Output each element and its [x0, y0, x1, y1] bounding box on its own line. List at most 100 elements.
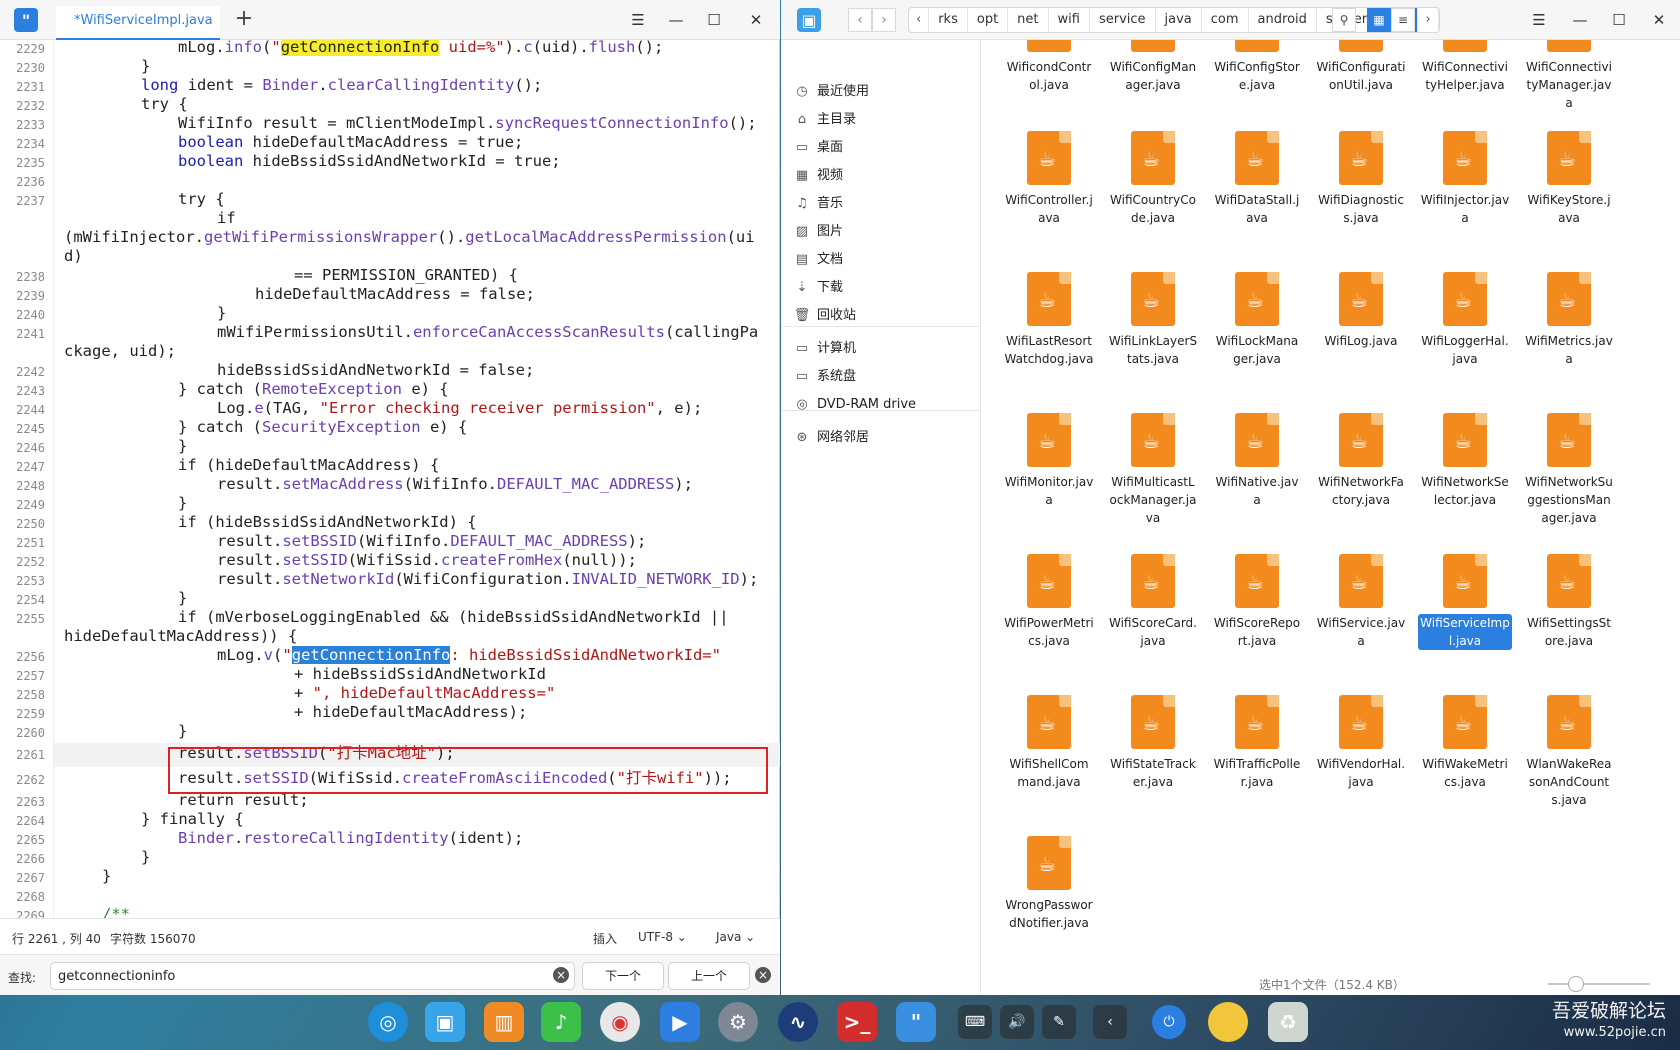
file-item[interactable]: ☕ WifiShellCommand.java	[1002, 695, 1096, 791]
new-tab-button[interactable]: +	[230, 6, 258, 34]
sidebar-item[interactable]: ⇣ 下载	[781, 273, 981, 303]
text-editor-dock-icon[interactable]: "	[896, 1002, 936, 1042]
sidebar-item[interactable]: ⌂ 主目录	[781, 105, 981, 135]
file-item[interactable]: ☕ WifiMulticastLockManager.java	[1106, 413, 1200, 527]
breadcrumb-scroll-button[interactable]: ›	[1418, 8, 1439, 32]
file-item[interactable]: ☕ WifiConnectivityHelper.java	[1418, 40, 1512, 94]
file-item[interactable]: ☕ WifiNative.java	[1210, 413, 1304, 509]
settings-icon[interactable]: ⚙	[718, 1002, 758, 1042]
tray-collapse-icon[interactable]: ‹	[1093, 1005, 1127, 1039]
file-item[interactable]: ☕ WifiNetworkSuggestionsManager.java	[1522, 413, 1616, 527]
file-item[interactable]: ☕ WifiCountryCode.java	[1106, 131, 1200, 227]
file-item[interactable]: ☕ WifiLockManager.java	[1210, 272, 1304, 368]
sidebar-item[interactable]: ▭ 系统盘	[781, 362, 981, 392]
file-item[interactable]: ☕ WifiConfigManager.java	[1106, 40, 1200, 94]
pen-icon[interactable]: ✎	[1042, 1005, 1076, 1039]
file-item[interactable]: ☕ WifiScoreCard.java	[1106, 554, 1200, 650]
find-next-button[interactable]: 下一个	[582, 962, 664, 990]
menu-icon[interactable]: ☰	[1527, 8, 1551, 32]
clock-icon[interactable]	[1208, 1002, 1248, 1042]
breadcrumb-item[interactable]: opt	[968, 8, 1009, 32]
file-item[interactable]: ☕ WifiMonitor.java	[1002, 413, 1096, 509]
file-item[interactable]: ☕ WifiConfigurationUtil.java	[1314, 40, 1408, 94]
file-item[interactable]: ☕ WifiService.java	[1314, 554, 1408, 650]
music-icon[interactable]: ♪	[541, 1002, 581, 1042]
search-icon[interactable]: ⚲	[1332, 8, 1356, 32]
find-input[interactable]	[50, 962, 575, 990]
breadcrumb-item[interactable]: service	[1090, 8, 1156, 32]
breadcrumb-item[interactable]: net	[1008, 8, 1049, 32]
zoom-slider[interactable]	[1548, 983, 1650, 985]
breadcrumb-item[interactable]: com	[1202, 8, 1249, 32]
breadcrumb-item[interactable]: wifi	[1049, 8, 1090, 32]
sidebar-item[interactable]: ♫ 音乐	[781, 189, 981, 219]
power-icon[interactable]: ⏻	[1152, 1005, 1186, 1039]
video-icon[interactable]: ▶	[660, 1002, 700, 1042]
file-item[interactable]: ☕ WifiController.java	[1002, 131, 1096, 227]
trash-icon[interactable]: ♻	[1268, 1002, 1308, 1042]
icon-view-icon[interactable]: ▦	[1367, 8, 1391, 32]
file-item[interactable]: ☕ WrongPasswordNotifier.java	[1002, 836, 1096, 932]
file-item[interactable]: ☕ WifiScoreReport.java	[1210, 554, 1304, 650]
system-monitor-icon[interactable]: ∿	[778, 1002, 818, 1042]
zoom-slider-thumb[interactable]	[1568, 976, 1584, 992]
tab-wifiserviceimpl[interactable]: *WifiServiceImpl.java	[56, 6, 220, 40]
encoding-select[interactable]: UTF-8 ⌄	[638, 930, 687, 944]
sidebar-item[interactable]: ◷ 最近使用	[781, 77, 981, 107]
launcher-icon[interactable]: ◎	[368, 1002, 408, 1042]
file-item[interactable]: ☕ WifiInjector.java	[1418, 131, 1512, 227]
close-find-icon[interactable]: ×	[755, 967, 771, 983]
app-store-icon[interactable]: ▥	[484, 1002, 524, 1042]
maximize-icon[interactable]: ☐	[702, 8, 726, 32]
sidebar-item[interactable]: ▦ 视频	[781, 161, 981, 191]
terminal-icon[interactable]: >_	[837, 1002, 877, 1042]
file-item[interactable]: ☕ WifiTrafficPoller.java	[1210, 695, 1304, 791]
breadcrumb-item[interactable]: android	[1249, 8, 1317, 32]
file-item[interactable]: ☕ WificondControl.java	[1002, 40, 1096, 94]
code-editor[interactable]: 2229 2230 2231 2232 2233 2234 2235 2236 2237 2238…	[0, 40, 780, 918]
close-icon[interactable]: ✕	[1647, 8, 1671, 32]
file-item[interactable]: ☕ WifiVendorHal.java	[1314, 695, 1408, 791]
file-manager-dock-icon[interactable]: ▣	[425, 1002, 465, 1042]
sidebar-item[interactable]: ⊛ 网络邻居	[781, 423, 981, 453]
sidebar-item[interactable]: ◎ DVD-RAM drive	[781, 390, 981, 420]
file-item[interactable]: ☕ WifiKeyStore.java	[1522, 131, 1616, 227]
chrome-icon[interactable]: ◉	[600, 1002, 640, 1042]
keyboard-icon[interactable]: ⌨	[958, 1005, 992, 1039]
file-item[interactable]: ☕ WifiLoggerHal.java	[1418, 272, 1512, 368]
file-item[interactable]: ☕ WifiServiceImpl.java	[1418, 554, 1512, 650]
minimize-icon[interactable]: —	[664, 8, 688, 32]
file-item[interactable]: ☕ WifiDiagnostics.java	[1314, 131, 1408, 227]
sidebar-item[interactable]: ▨ 图片	[781, 217, 981, 247]
forward-button[interactable]: ›	[872, 8, 896, 32]
find-prev-button[interactable]: 上一个	[668, 962, 750, 990]
file-item[interactable]: ☕ WifiLinkLayerStats.java	[1106, 272, 1200, 368]
maximize-icon[interactable]: ☐	[1607, 8, 1631, 32]
breadcrumb-item[interactable]: rks	[929, 8, 968, 32]
file-item[interactable]: ☕ WifiConfigStore.java	[1210, 40, 1304, 94]
clear-search-icon[interactable]: ×	[553, 967, 569, 983]
sidebar-item[interactable]: ▭ 桌面	[781, 133, 981, 163]
list-view-icon[interactable]: ≡	[1391, 8, 1415, 32]
file-item[interactable]: ☕ WifiDataStall.java	[1210, 131, 1304, 227]
insert-mode[interactable]: 插入	[593, 930, 617, 947]
file-item[interactable]: ☕ WifiConnectivityManager.java	[1522, 40, 1616, 112]
close-icon[interactable]: ✕	[744, 8, 768, 32]
file-item[interactable]: ☕ WifiSettingsStore.java	[1522, 554, 1616, 650]
sidebar-item[interactable]: ▭ 计算机	[781, 334, 981, 364]
breadcrumb-scroll-button[interactable]: ‹	[909, 8, 930, 32]
back-button[interactable]: ‹	[848, 8, 872, 32]
file-item[interactable]: ☕ WifiStateTracker.java	[1106, 695, 1200, 791]
file-item[interactable]: ☕ WifiPowerMetrics.java	[1002, 554, 1096, 650]
volume-icon[interactable]: 🔊	[1000, 1005, 1034, 1039]
language-select[interactable]: Java ⌄	[716, 930, 755, 944]
file-item[interactable]: ☕ WifiLog.java	[1314, 272, 1408, 350]
file-item[interactable]: ☕ WifiNetworkSelector.java	[1418, 413, 1512, 509]
file-item[interactable]: ☕ WifiLastResortWatchdog.java	[1002, 272, 1096, 368]
minimize-icon[interactable]: —	[1568, 8, 1592, 32]
menu-icon[interactable]: ☰	[626, 8, 650, 32]
sidebar-item[interactable]: ▤ 文档	[781, 245, 981, 275]
file-item[interactable]: ☕ WlanWakeReasonAndCounts.java	[1522, 695, 1616, 809]
file-item[interactable]: ☕ WifiWakeMetrics.java	[1418, 695, 1512, 791]
file-item[interactable]: ☕ WifiMetrics.java	[1522, 272, 1616, 368]
